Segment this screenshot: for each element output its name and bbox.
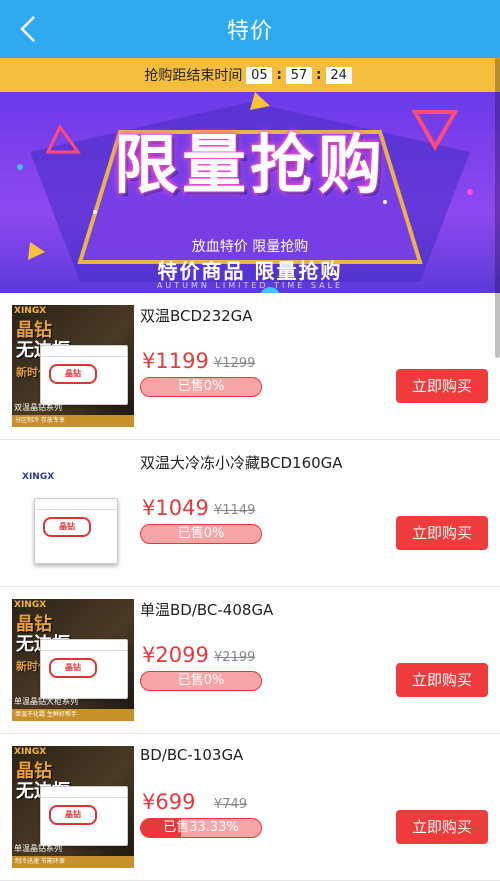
product-image[interactable]: XINGX 晶钻 [12, 452, 134, 574]
product-series: 双温晶钻系列 [14, 403, 62, 412]
buy-now-button[interactable]: 立即购买 [396, 663, 488, 697]
product-name[interactable]: 单温BD/BC-408GA [140, 599, 273, 620]
countdown-hours: 05 [246, 66, 273, 84]
product-tagline: 制冷迅速 节能环保 [12, 856, 134, 868]
sold-progress-label: 已售0% [177, 673, 225, 688]
sold-progress-label: 已售33.33% [163, 820, 239, 835]
sold-progress-label: 已售0% [177, 526, 225, 541]
freezer-illustration: 晶钻 [34, 498, 118, 564]
brand-logo: XINGX [14, 747, 47, 757]
banner-subtitle: 放血特价 限量抢购 [191, 239, 309, 255]
product-image[interactable]: XINGX 晶钻 无边框 新时代 晶钻 双温晶钻系列 分区制冷 存放专享 [12, 305, 134, 427]
product-tagline: 单温不化霜 生鲜好帮手 [12, 709, 134, 721]
product-item[interactable]: XINGX 晶钻 无边框 晶钻 单温晶钻系列 制冷迅速 节能环保 BD/BC-1… [0, 734, 500, 881]
product-item[interactable]: XINGX 晶钻 无边框 新时代 晶钻 单温晶钻大柜系列 单温不化霜 生鲜好帮手… [0, 587, 500, 734]
scrollbar[interactable] [495, 58, 500, 358]
product-image[interactable]: XINGX 晶钻 无边框 新时代 晶钻 单温晶钻大柜系列 单温不化霜 生鲜好帮手 [12, 599, 134, 721]
sold-progress-label: 已售0% [177, 379, 225, 394]
page-title: 特价 [226, 19, 273, 44]
product-series: 单温晶钻系列 [14, 844, 62, 853]
countdown-bar: 抢购距结束时间 05 : 57 : 24 [0, 58, 500, 92]
back-button[interactable] [8, 9, 48, 49]
product-item[interactable]: XINGX 晶钻 双温大冷冻小冷藏BCD160GA ¥1049 ¥1149 已售… [0, 440, 500, 587]
buy-now-button[interactable]: 立即购买 [396, 369, 488, 403]
original-price: ¥2199 [214, 650, 256, 665]
product-name[interactable]: 双温大冷冻小冷藏BCD160GA [140, 452, 343, 473]
banner-english-text: AUTUMN LIMITED TIME SALE [156, 281, 344, 290]
product-series: 单温晶钻大柜系列 [14, 697, 78, 706]
product-price: ¥1199 [142, 349, 209, 373]
product-image[interactable]: XINGX 晶钻 无边框 晶钻 单温晶钻系列 制冷迅速 节能环保 [12, 746, 134, 868]
countdown-separator: : [276, 67, 282, 83]
sold-progress: 已售0% [140, 524, 262, 544]
freezer-illustration: 晶钻 [40, 345, 128, 405]
sold-progress: 已售33.33% [140, 818, 262, 838]
buy-now-button[interactable]: 立即购买 [396, 516, 488, 550]
chevron-left-icon [20, 16, 35, 42]
product-item[interactable]: XINGX 晶钻 无边框 新时代 晶钻 双温晶钻系列 分区制冷 存放专享 双温B… [0, 293, 500, 440]
promo-banner: 限量抢购 放血特价 限量抢购 特价商品 限量抢购 AUTUMN LIMITED … [0, 92, 500, 293]
product-name[interactable]: 双温BCD232GA [140, 305, 253, 326]
freezer-illustration: 晶钻 [40, 786, 128, 846]
product-list: XINGX 晶钻 无边框 新时代 晶钻 双温晶钻系列 分区制冷 存放专享 双温B… [0, 293, 500, 881]
buy-now-button[interactable]: 立即购买 [396, 810, 488, 844]
countdown-seconds: 24 [325, 66, 352, 84]
brand-logo: XINGX [14, 306, 47, 316]
product-tagline: 分区制冷 存放专享 [12, 415, 134, 427]
original-price: ¥1299 [214, 356, 256, 371]
countdown-label: 抢购距结束时间 [144, 68, 243, 84]
product-price: ¥699 [142, 790, 196, 814]
banner-title: 限量抢购 [114, 129, 386, 203]
product-price: ¥2099 [142, 643, 209, 667]
header-bar: 特价 [0, 0, 500, 58]
countdown-minutes: 57 [286, 66, 312, 84]
brand-logo: XINGX [14, 600, 47, 610]
product-price: ¥1049 [142, 496, 209, 520]
original-price: ¥749 [214, 797, 248, 812]
countdown-separator: : [316, 67, 322, 83]
product-name[interactable]: BD/BC-103GA [140, 746, 243, 764]
freezer-illustration: 晶钻 [40, 639, 128, 699]
sold-progress: 已售0% [140, 671, 262, 691]
sold-progress: 已售0% [140, 377, 262, 397]
original-price: ¥1149 [214, 503, 256, 518]
banner-headline: 特价商品 限量抢购 [157, 259, 343, 283]
brand-logo: XINGX [22, 472, 55, 482]
